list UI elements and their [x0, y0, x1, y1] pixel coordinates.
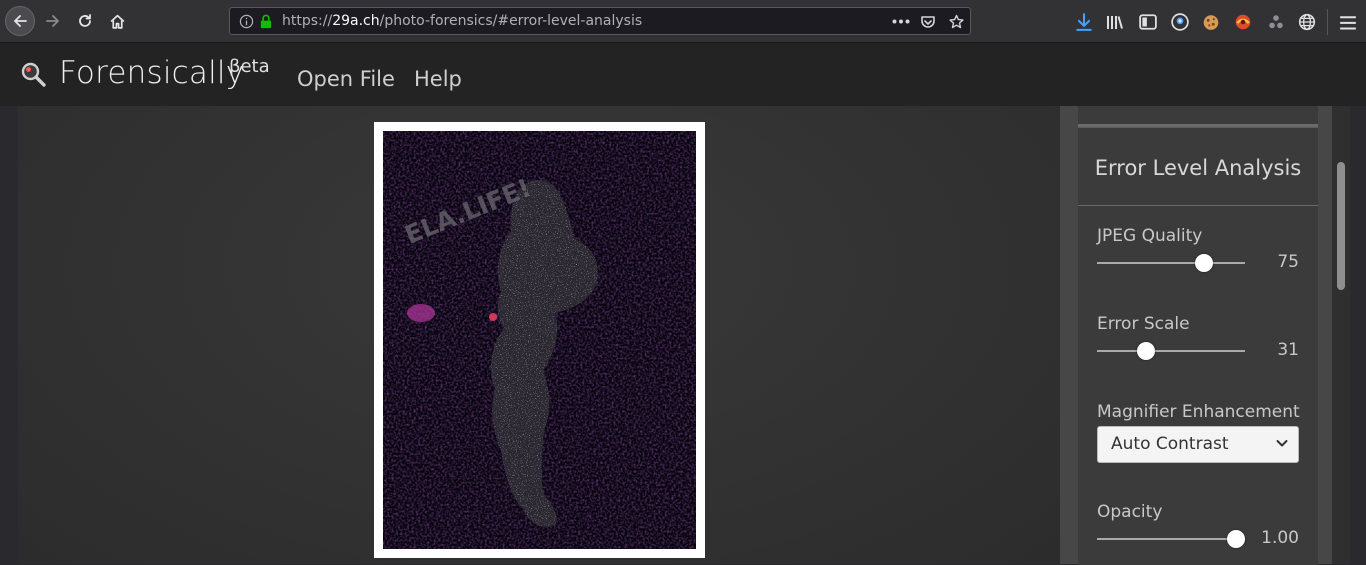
- download-icon[interactable]: [1075, 13, 1093, 31]
- more-icon[interactable]: [892, 19, 910, 24]
- error-scale-label: Error Scale: [1097, 314, 1190, 334]
- ela-panel: Error Level Analysis JPEG Quality 75 Err…: [1078, 127, 1318, 565]
- url-host: 29a.ch: [332, 13, 380, 29]
- reload-button[interactable]: [70, 6, 100, 36]
- opacity-slider[interactable]: [1097, 530, 1246, 548]
- magnifier-enhancement-label: Magnifier Enhancement: [1097, 402, 1300, 422]
- opacity-thumb[interactable]: [1227, 530, 1246, 548]
- magnifier-logo-icon: [21, 62, 46, 87]
- right-gutter: [1350, 106, 1366, 564]
- magnifier-selected-value: Auto Contrast: [1111, 434, 1229, 454]
- forward-icon: [46, 15, 59, 27]
- account-icon[interactable]: [1171, 13, 1189, 31]
- reload-icon: [79, 14, 91, 27]
- beta-label: βeta: [229, 56, 270, 77]
- image-frame: ELA.LIFE!: [374, 122, 705, 558]
- cookie-icon[interactable]: [1202, 13, 1220, 31]
- app-title: Forensically: [59, 55, 245, 91]
- opacity-value: 1.00: [1261, 528, 1299, 548]
- error-scale-thumb[interactable]: [1136, 342, 1155, 360]
- back-icon: [14, 15, 27, 27]
- jpeg-quality-thumb[interactable]: [1194, 254, 1213, 272]
- menu-open-file[interactable]: Open File: [297, 67, 395, 91]
- jpeg-quality-slider[interactable]: [1097, 254, 1245, 272]
- star-icon[interactable]: [948, 14, 965, 30]
- tool-panel: Error Level Analysis JPEG Quality 75 Err…: [1060, 106, 1332, 565]
- panel-scrollbar-thumb[interactable]: [1337, 162, 1345, 290]
- sidebar-icon[interactable]: [1139, 13, 1157, 31]
- previous-panel-edge: [1078, 106, 1318, 127]
- ela-result-image[interactable]: ELA.LIFE!: [383, 131, 696, 549]
- extension-icon-2[interactable]: [1267, 13, 1285, 31]
- url-prefix: https://: [282, 13, 333, 29]
- chevron-down-icon: [1276, 440, 1288, 447]
- url-text[interactable]: https://29a.ch/photo-forensics/#error-le…: [282, 8, 642, 35]
- jpeg-quality-value: 75: [1277, 252, 1299, 272]
- globe-icon[interactable]: [1298, 13, 1316, 31]
- error-scale-value: 31: [1277, 340, 1299, 360]
- browser-toolbar: https://29a.ch/photo-forensics/#error-le…: [0, 0, 1366, 43]
- app-header: Forensically βeta Open File Help: [0, 43, 1366, 106]
- hamburger-menu-icon[interactable]: [1339, 14, 1357, 32]
- pocket-icon[interactable]: [920, 14, 936, 30]
- image-workspace[interactable]: ELA.LIFE!: [18, 106, 1060, 564]
- home-button[interactable]: [102, 6, 132, 36]
- library-icon[interactable]: [1106, 13, 1124, 31]
- home-icon: [110, 14, 124, 29]
- url-path: /photo-forensics/#error-level-analysis: [379, 13, 643, 29]
- extension-icon[interactable]: [1234, 13, 1252, 31]
- toolbar-divider: [1327, 9, 1328, 35]
- magnifier-enhancement-select[interactable]: Auto Contrast: [1097, 426, 1299, 463]
- info-icon[interactable]: [239, 14, 254, 29]
- jpeg-quality-label: JPEG Quality: [1097, 226, 1203, 246]
- menu-help[interactable]: Help: [414, 67, 462, 91]
- back-button[interactable]: [5, 6, 35, 36]
- url-bar[interactable]: https://29a.ch/photo-forensics/#error-le…: [229, 7, 971, 35]
- lock-icon[interactable]: [259, 14, 273, 29]
- panel-title: Error Level Analysis: [1078, 128, 1318, 206]
- opacity-label: Opacity: [1097, 502, 1163, 522]
- ela-noise-canvas: ELA.LIFE!: [383, 131, 696, 549]
- error-scale-slider[interactable]: [1097, 342, 1245, 360]
- forward-button[interactable]: [38, 6, 68, 36]
